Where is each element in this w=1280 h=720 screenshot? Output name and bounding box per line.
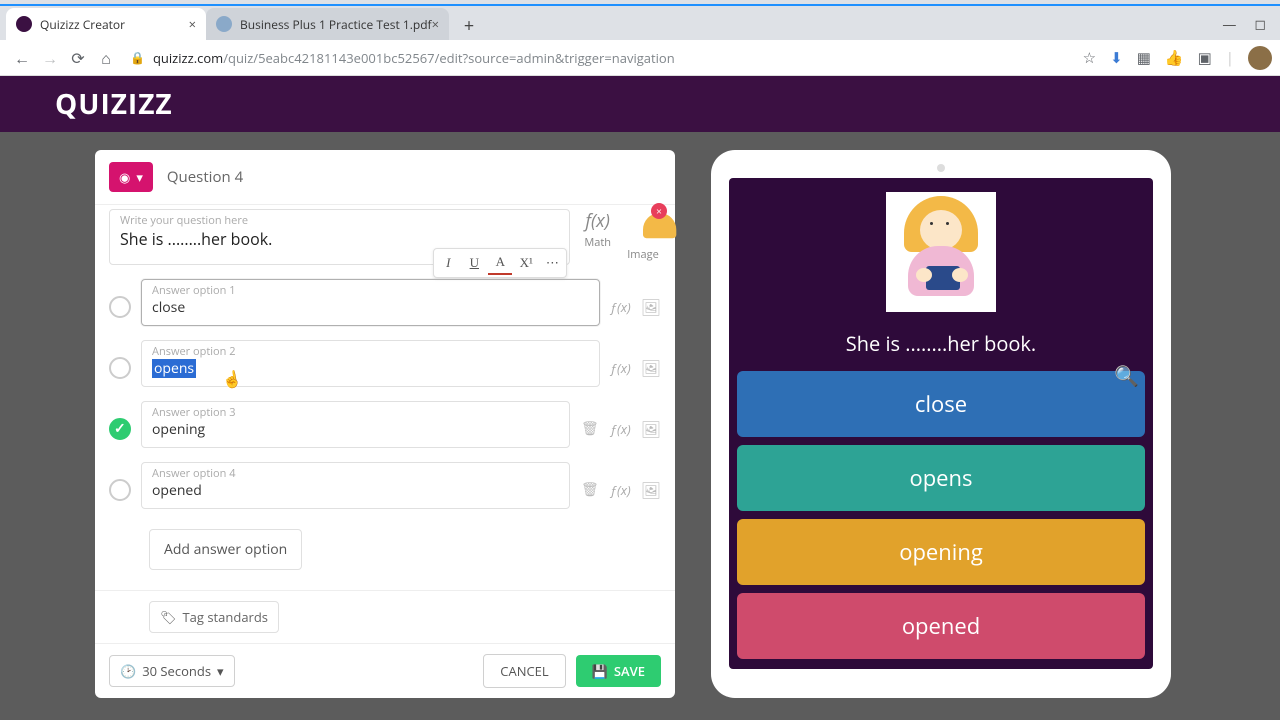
time-value: 30 Seconds	[142, 662, 211, 680]
preview-screen: She is ........her book. 🔍 close opens o…	[729, 178, 1153, 669]
chevron-down-icon: ▾	[136, 168, 143, 186]
chevron-down-icon: ▾	[217, 662, 224, 680]
color-button[interactable]: A	[488, 251, 512, 275]
url-path: /quiz/5eabc42181143e001bc52567/edit?sour…	[223, 49, 674, 67]
question-text: She is ........her book.	[120, 228, 272, 250]
url-input[interactable]: 🔒 quizizz.com/quiz/5eabc42181143e001bc52…	[130, 49, 1073, 67]
preview-device: She is ........her book. 🔍 close opens o…	[711, 150, 1171, 698]
add-option-button[interactable]: Add answer option	[149, 529, 302, 570]
save-label: SAVE	[614, 662, 645, 680]
url-host: quizizz.com	[153, 49, 223, 67]
grid-icon[interactable]: ▦	[1137, 48, 1151, 68]
option-label: Answer option 3	[152, 405, 236, 420]
remove-image-icon[interactable]: ×	[651, 203, 667, 219]
tag-icon: 🏷	[160, 608, 177, 626]
preview-answer-3[interactable]: opening	[737, 519, 1145, 585]
option-value-selected: opens	[152, 359, 196, 378]
more-button[interactable]: ⋯	[540, 251, 564, 275]
preview-answer-1[interactable]: close	[737, 371, 1145, 437]
target-icon: ◉	[119, 168, 130, 186]
correct-toggle-3[interactable]	[109, 418, 131, 440]
forward-icon[interactable]: →	[36, 44, 64, 72]
option-image-icon[interactable]: 🖼	[641, 357, 661, 379]
tab-strip: Quizizz Creator × Business Plus 1 Practi…	[0, 6, 1280, 40]
math-icon: f(x)	[585, 209, 610, 233]
maximize-icon[interactable]: ◻	[1254, 15, 1266, 34]
option-value: opening	[152, 420, 205, 439]
italic-button[interactable]: I	[436, 251, 460, 275]
image-button[interactable]: × Image	[625, 209, 661, 262]
math-button[interactable]: f(x) Math	[584, 209, 611, 250]
preview-answer-4[interactable]: opened	[737, 593, 1145, 659]
question-number: Question 4	[167, 167, 243, 187]
tag-standards-button[interactable]: 🏷 Tag standards	[149, 601, 279, 633]
option-math-icon[interactable]: ƒ(x)	[610, 420, 631, 438]
profile-avatar[interactable]	[1248, 46, 1272, 70]
option-image-icon[interactable]: 🖼	[641, 418, 661, 440]
tab-title: Quizizz Creator	[40, 16, 125, 33]
camera-dot	[937, 164, 945, 172]
cast-icon[interactable]: ▣	[1198, 48, 1212, 68]
option-label: Answer option 2	[152, 344, 236, 359]
question-type-dropdown[interactable]: ◉ ▾	[109, 162, 153, 192]
option-input-4[interactable]: Answer option 4 opened	[141, 462, 570, 509]
clock-icon: 🕑	[120, 662, 136, 680]
preview-answer-2[interactable]: opens	[737, 445, 1145, 511]
question-input[interactable]: Write your question here She is ........…	[109, 209, 570, 265]
close-icon[interactable]: ×	[432, 15, 439, 33]
home-icon[interactable]: ⌂	[92, 44, 120, 72]
correct-toggle-2[interactable]	[109, 357, 131, 379]
minimize-icon[interactable]: —	[1222, 15, 1236, 34]
option-input-2[interactable]: Answer option 2 opens	[141, 340, 600, 387]
image-label: Image	[627, 247, 659, 262]
option-input-1[interactable]: Answer option 1 close	[141, 279, 600, 326]
delete-option-icon[interactable]: 🗑	[580, 480, 600, 499]
question-editor: ◉ ▾ Question 4 Write your question here …	[95, 150, 675, 698]
option-image-icon[interactable]: 🖼	[641, 296, 661, 318]
option-math-icon[interactable]: ƒ(x)	[610, 481, 631, 499]
cancel-button[interactable]: CANCEL	[483, 654, 565, 688]
download-icon[interactable]: ⬇	[1110, 48, 1123, 68]
option-math-icon[interactable]: ƒ(x)	[610, 359, 631, 377]
tab-quizizz[interactable]: Quizizz Creator ×	[6, 8, 206, 40]
preview-image	[886, 192, 996, 312]
option-label: Answer option 4	[152, 466, 236, 481]
thumbs-icon[interactable]: 👍	[1165, 48, 1184, 68]
correct-toggle-4[interactable]	[109, 479, 131, 501]
lock-icon: 🔒	[130, 49, 145, 66]
time-dropdown[interactable]: 🕑 30 Seconds ▾	[109, 655, 235, 687]
underline-button[interactable]: U	[462, 251, 486, 275]
option-label: Answer option 1	[152, 283, 236, 298]
app-header: QUIZIZZ	[0, 76, 1280, 132]
option-input-3[interactable]: Answer option 3 opening	[141, 401, 570, 448]
globe-favicon	[216, 16, 232, 32]
star-icon[interactable]: ☆	[1083, 48, 1096, 68]
math-label: Math	[584, 235, 611, 250]
reload-icon[interactable]: ⟳	[64, 44, 92, 72]
question-image-thumb: ×	[625, 209, 661, 245]
q-favicon	[16, 16, 32, 32]
option-value: opened	[152, 481, 202, 500]
delete-option-icon[interactable]: 🗑	[580, 419, 600, 438]
correct-toggle-1[interactable]	[109, 296, 131, 318]
save-icon: 💾	[592, 662, 608, 680]
option-math-icon[interactable]: ƒ(x)	[610, 298, 631, 316]
tag-label: Tag standards	[183, 608, 268, 626]
preview-question: She is ........her book.	[737, 330, 1145, 357]
option-image-icon[interactable]: 🖼	[641, 479, 661, 501]
superscript-button[interactable]: X¹	[514, 251, 538, 275]
quizizz-logo: QUIZIZZ	[55, 85, 173, 123]
tab-pdf[interactable]: Business Plus 1 Practice Test 1.pdf ×	[206, 8, 449, 40]
save-button[interactable]: 💾 SAVE	[576, 655, 661, 687]
address-bar: ← → ⟳ ⌂ 🔒 quizizz.com/quiz/5eabc42181143…	[0, 40, 1280, 76]
add-tab-button[interactable]: +	[455, 12, 483, 40]
format-toolbar: I U A X¹ ⋯	[433, 248, 567, 278]
question-placeholder: Write your question here	[120, 213, 248, 228]
option-value: close	[152, 298, 185, 317]
close-icon[interactable]: ×	[189, 15, 196, 33]
back-icon[interactable]: ←	[8, 44, 36, 72]
zoom-icon[interactable]: 🔍	[1114, 362, 1139, 389]
tab-title: Business Plus 1 Practice Test 1.pdf	[240, 16, 432, 33]
